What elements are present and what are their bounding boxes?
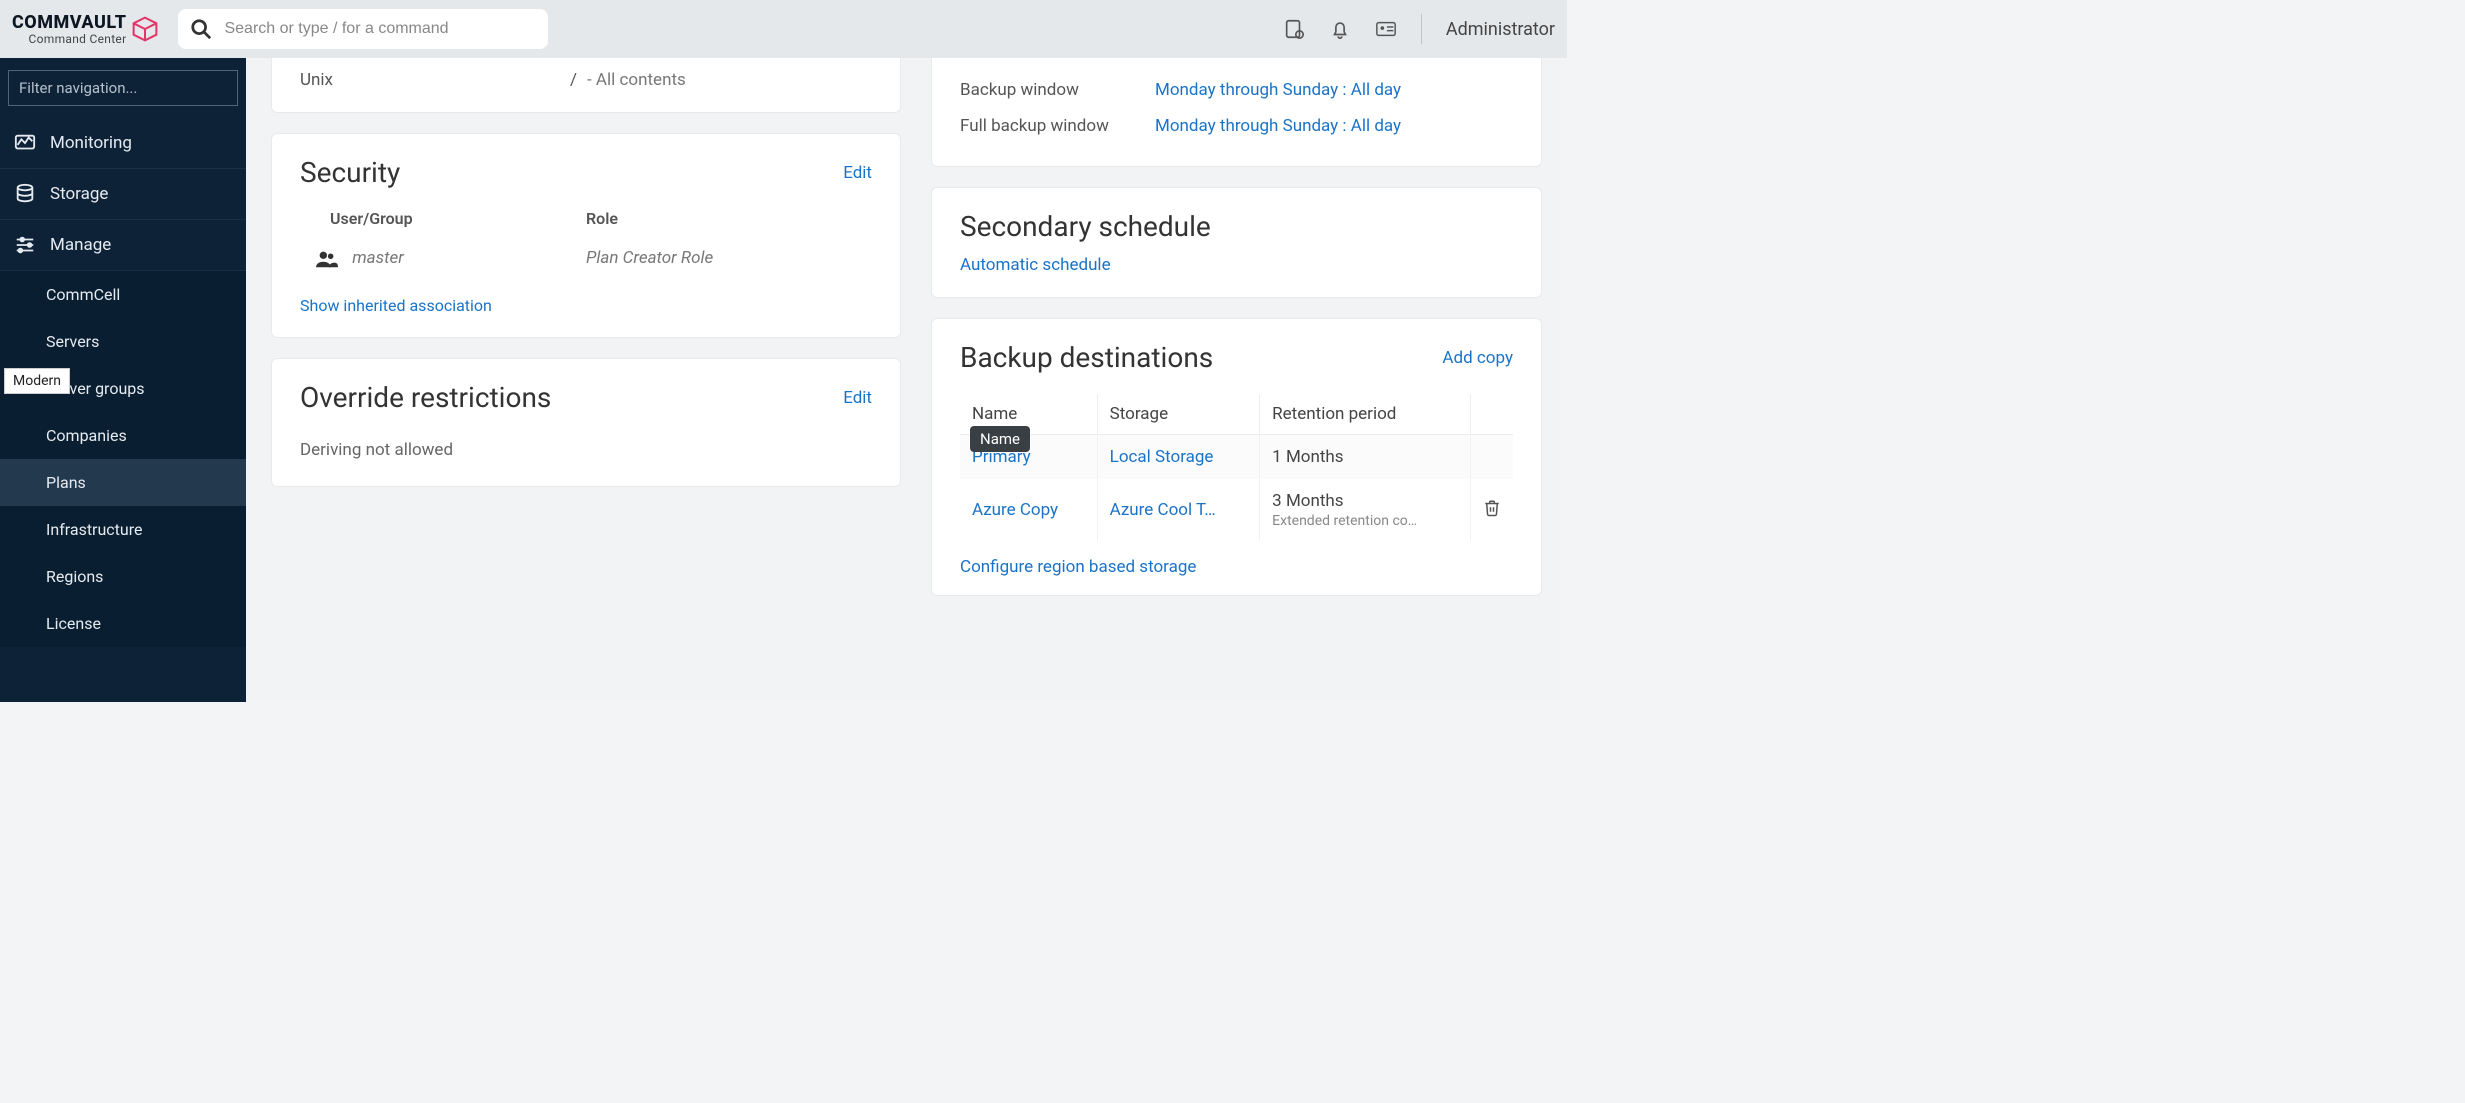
modern-tag: Modern <box>4 368 70 394</box>
search-input[interactable] <box>224 20 536 38</box>
current-user[interactable]: Administrator <box>1446 19 1555 40</box>
col-usergroup: User/Group <box>300 209 586 242</box>
table-row: Azure Copy Azure Cool T… 3 MonthsExtended … <box>960 479 1513 541</box>
sidebar-item-regions[interactable]: Regions <box>0 553 246 600</box>
security-row: master Plan Creator Role <box>300 242 872 274</box>
configure-region-storage-link[interactable]: Configure region based storage <box>960 557 1196 577</box>
col-retention[interactable]: Retention period <box>1260 394 1471 435</box>
override-title: Override restrictions <box>300 381 551 414</box>
header: COMMVAULT Command Center <box>0 0 1567 58</box>
security-user: master <box>352 248 404 268</box>
sidebar-item-manage[interactable]: Manage <box>0 220 246 271</box>
security-edit-link[interactable]: Edit <box>843 163 872 183</box>
retention-sub: Extended retention co… <box>1272 513 1458 529</box>
monitor-icon <box>14 132 36 154</box>
tooltip: Name <box>970 426 1030 452</box>
col-storage[interactable]: Storage <box>1097 394 1260 435</box>
col-name[interactable]: Name Name <box>960 394 1097 435</box>
sidebar-item-label: Monitoring <box>50 133 132 153</box>
override-body: Deriving not allowed <box>300 434 872 464</box>
destination-storage-link[interactable]: Local Storage <box>1110 447 1214 467</box>
sidebar-item-storage[interactable]: Storage <box>0 169 246 220</box>
sidebar-item-infrastructure[interactable]: Infrastructure <box>0 506 246 553</box>
users-icon <box>316 250 338 268</box>
sidebar-item-label: Regions <box>46 567 103 586</box>
divider <box>1421 14 1422 44</box>
sidebar-item-plans[interactable]: Plans <box>0 459 246 506</box>
secondary-title: Secondary schedule <box>960 210 1211 243</box>
path: / <box>570 70 577 90</box>
sidebar-item-companies[interactable]: Companies <box>0 412 246 459</box>
sidebar-item-label: CommCell <box>46 285 120 304</box>
add-copy-link[interactable]: Add copy <box>1442 348 1513 368</box>
security-title: Security <box>300 156 400 189</box>
job-report-icon[interactable] <box>1283 18 1305 40</box>
security-role: Plan Creator Role <box>586 242 872 274</box>
filter-navigation-input[interactable]: Filter navigation... <box>8 70 238 106</box>
rpo-row: Backup window Monday through Sunday : Al… <box>960 72 1513 108</box>
table-row: PrimaryLocal Storage1 Months <box>960 435 1513 480</box>
automatic-schedule-link[interactable]: Automatic schedule <box>960 255 1111 275</box>
rpo-value-link[interactable]: Monday through Sunday : All day <box>1155 116 1513 136</box>
rpo-card: Add full backup Backup window Monday thr… <box>932 58 1541 166</box>
sidebar-item-servers[interactable]: Servers <box>0 318 246 365</box>
sidebar-item-label: Plans <box>46 473 86 492</box>
sidebar-item-monitoring[interactable]: Monitoring <box>0 118 246 169</box>
destinations-title: Backup destinations <box>960 341 1213 374</box>
contents-card: Unix / - All contents <box>272 58 900 112</box>
destinations-table: Name Name Storage Retention period Prima… <box>960 394 1513 541</box>
sidebar-item-label: License <box>46 614 101 633</box>
contents-row: Unix / - All contents <box>300 70 872 90</box>
override-edit-link[interactable]: Edit <box>843 388 872 408</box>
cube-icon <box>132 16 158 42</box>
search-icon <box>190 18 212 40</box>
sidebar-item-commcell[interactable]: CommCell <box>0 271 246 318</box>
retention-cell: 1 Months <box>1260 435 1471 480</box>
brand-logo[interactable]: COMMVAULT Command Center <box>12 14 158 45</box>
main-content: Unix / - All contents Security Edit User… <box>246 58 1567 702</box>
col-actions <box>1471 394 1514 435</box>
path-desc: - All contents <box>587 70 686 90</box>
sidebar-item-label: Infrastructure <box>46 520 142 539</box>
secondary-schedule-card: Secondary schedule Automatic schedule <box>932 188 1541 297</box>
backup-destinations-card: Backup destinations Add copy Name Name <box>932 319 1541 595</box>
global-search[interactable] <box>178 9 548 49</box>
sidebar-item-label: Storage <box>50 184 108 204</box>
override-card: Override restrictions Edit Deriving not … <box>272 359 900 486</box>
destination-storage-link[interactable]: Azure Cool T… <box>1110 500 1216 520</box>
os-name: Unix <box>300 70 560 90</box>
show-inherited-link[interactable]: Show inherited association <box>300 296 492 315</box>
sidebar-sub-list: CommCellServersServer groupsCompaniesPla… <box>0 271 246 647</box>
sidebar-item-label: Manage <box>50 235 111 255</box>
bell-icon[interactable] <box>1329 18 1351 40</box>
trash-icon[interactable] <box>1483 498 1501 518</box>
sidebar-item-label: Companies <box>46 426 127 445</box>
rpo-value-link[interactable]: Monday through Sunday : All day <box>1155 80 1513 100</box>
brand-main: COMMVAULT <box>12 14 126 32</box>
storage-icon <box>14 183 36 205</box>
sidebar-item-label: Servers <box>46 332 99 351</box>
destination-name-link[interactable]: Azure Copy <box>972 500 1058 520</box>
rpo-key: Full backup window <box>960 116 1155 136</box>
rpo-key: Backup window <box>960 80 1155 100</box>
sliders-icon <box>14 234 36 256</box>
sidebar: Filter navigation... Monitoring Storage … <box>0 58 246 702</box>
brand-sub: Command Center <box>12 33 126 45</box>
rpo-row: Full backup window Monday through Sunday… <box>960 108 1513 144</box>
id-card-icon[interactable] <box>1375 18 1397 40</box>
security-card: Security Edit User/Group Role master Pla… <box>272 134 900 337</box>
retention-cell: 3 MonthsExtended retention co… <box>1260 479 1471 541</box>
sidebar-item-license[interactable]: License <box>0 600 246 647</box>
col-role: Role <box>586 209 872 242</box>
